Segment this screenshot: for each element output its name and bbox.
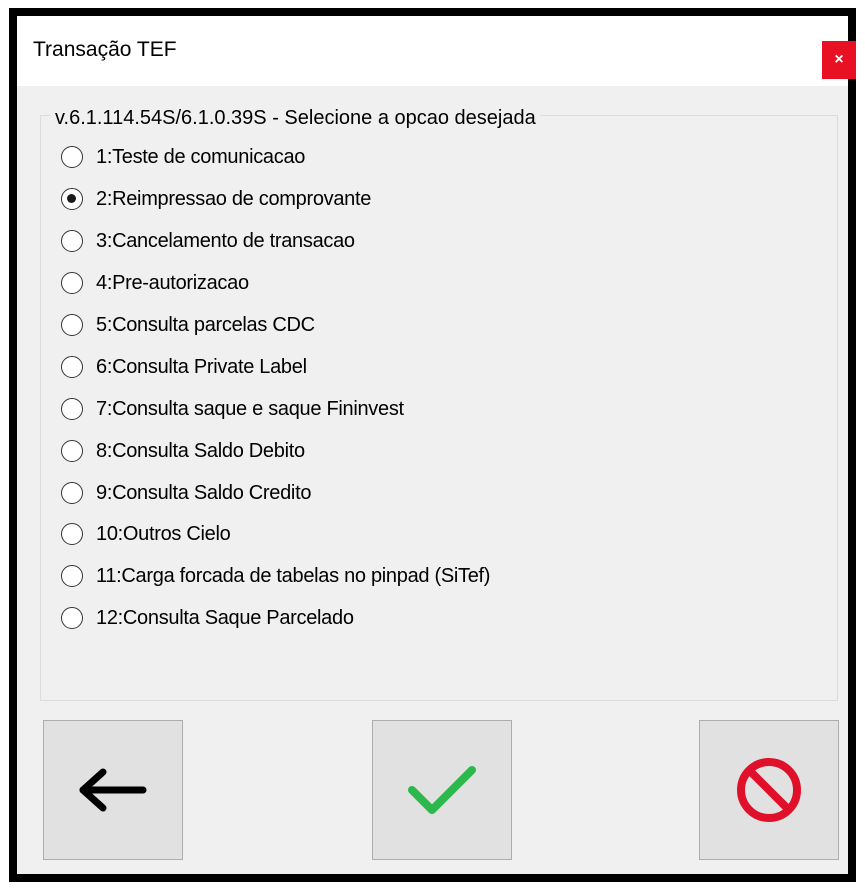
radio-button[interactable] bbox=[61, 230, 83, 252]
radio-button[interactable] bbox=[61, 314, 83, 336]
back-button[interactable] bbox=[43, 720, 183, 860]
option-label: 3:Cancelamento de transacao bbox=[96, 229, 355, 252]
option-12[interactable]: 12:Consulta Saque Parcelado bbox=[61, 603, 354, 633]
option-label: 11:Carga forcada de tabelas no pinpad (S… bbox=[96, 564, 491, 587]
radio-button[interactable] bbox=[61, 188, 83, 210]
option-6[interactable]: 6:Consulta Private Label bbox=[61, 352, 307, 382]
option-label: 1:Teste de comunicacao bbox=[96, 145, 306, 168]
option-label: 5:Consulta parcelas CDC bbox=[96, 313, 315, 336]
radio-button[interactable] bbox=[61, 356, 83, 378]
tef-dialog-window: Transação TEF × v.6.1.114.54S/6.1.0.39S … bbox=[9, 8, 856, 882]
close-button[interactable]: × bbox=[822, 41, 856, 79]
option-4[interactable]: 4:Pre-autorizacao bbox=[61, 268, 249, 298]
radio-button[interactable] bbox=[61, 565, 83, 587]
option-11[interactable]: 11:Carga forcada de tabelas no pinpad (S… bbox=[61, 561, 490, 591]
title-bar: Transação TEF × bbox=[17, 16, 856, 86]
window-title: Transação TEF bbox=[33, 38, 177, 61]
option-label: 6:Consulta Private Label bbox=[96, 355, 307, 378]
option-label: 12:Consulta Saque Parcelado bbox=[96, 606, 354, 629]
option-label: 9:Consulta Saldo Credito bbox=[96, 481, 312, 504]
radio-button[interactable] bbox=[61, 440, 83, 462]
option-10[interactable]: 10:Outros Cielo bbox=[61, 519, 231, 549]
option-9[interactable]: 9:Consulta Saldo Credito bbox=[61, 478, 311, 508]
group-legend: v.6.1.114.54S/6.1.0.39S - Selecione a op… bbox=[51, 105, 540, 131]
option-label: 8:Consulta Saldo Debito bbox=[96, 439, 305, 462]
option-8[interactable]: 8:Consulta Saldo Debito bbox=[61, 436, 305, 466]
arrow-left-icon bbox=[79, 768, 147, 812]
checkmark-icon bbox=[408, 766, 476, 814]
radio-button[interactable] bbox=[61, 523, 83, 545]
radio-button[interactable] bbox=[61, 482, 83, 504]
option-3[interactable]: 3:Cancelamento de transacao bbox=[61, 226, 355, 256]
radio-button[interactable] bbox=[61, 272, 83, 294]
radio-button[interactable] bbox=[61, 398, 83, 420]
prohibited-icon bbox=[737, 758, 801, 822]
radio-button[interactable] bbox=[61, 146, 83, 168]
option-label: 2:Reimpressao de comprovante bbox=[96, 187, 372, 210]
option-label: 7:Consulta saque e saque Fininvest bbox=[96, 397, 404, 420]
option-2[interactable]: 2:Reimpressao de comprovante bbox=[61, 184, 371, 214]
option-1[interactable]: 1:Teste de comunicacao bbox=[61, 142, 305, 172]
confirm-button[interactable] bbox=[372, 720, 512, 860]
background-edge bbox=[0, 0, 9, 890]
option-label: 4:Pre-autorizacao bbox=[96, 271, 249, 294]
option-7[interactable]: 7:Consulta saque e saque Fininvest bbox=[61, 394, 404, 424]
option-label: 10:Outros Cielo bbox=[96, 522, 231, 545]
option-5[interactable]: 5:Consulta parcelas CDC bbox=[61, 310, 315, 340]
cancel-button[interactable] bbox=[699, 720, 839, 860]
radio-button[interactable] bbox=[61, 607, 83, 629]
